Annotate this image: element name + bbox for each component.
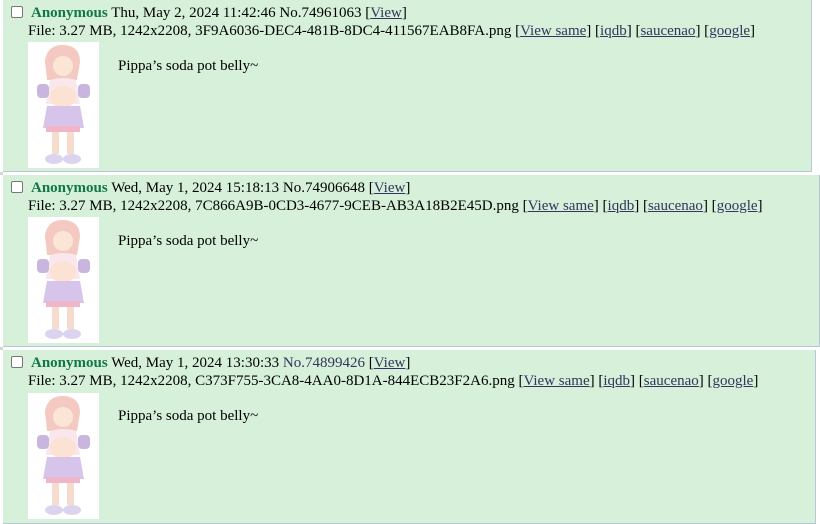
post-datetime: Wed, May 1, 2024 13:30:33 xyxy=(111,355,280,371)
post-number[interactable]: 74899426 xyxy=(305,355,365,371)
file-name: 7C866A9B-0CD3-4677-9CEB-AB3A18B2E45D.png xyxy=(195,198,519,214)
post-datetime: Wed, May 1, 2024 15:18:13 xyxy=(111,180,280,196)
post: Anonymous Wed, May 1, 2024 15:18:13 No.7… xyxy=(3,175,820,347)
post-select-checkbox[interactable] xyxy=(11,356,23,368)
post-number-link[interactable]: No.74899426 xyxy=(283,355,365,371)
post: Anonymous Thu, May 2, 2024 11:42:46 No.7… xyxy=(3,0,812,172)
post-number[interactable]: 74961063 xyxy=(301,5,361,21)
iqdb-link[interactable]: iqdb xyxy=(603,373,630,389)
iqdb-link[interactable]: iqdb xyxy=(608,198,635,214)
saucenao-link[interactable]: saucenao xyxy=(644,373,699,389)
poster-name: Anonymous xyxy=(31,355,108,371)
post-comment: Pippa’s soda pot belly~ xyxy=(118,58,259,74)
view-same-link[interactable]: View same xyxy=(523,373,589,389)
poster-name: Anonymous xyxy=(31,180,108,196)
post: Anonymous Wed, May 1, 2024 13:30:33 No.7… xyxy=(3,350,816,524)
file-info: File: 3.27 MB, 1242x2208, 7C866A9B-0CD3-… xyxy=(28,198,763,214)
post-comment: Pippa’s soda pot belly~ xyxy=(118,233,259,249)
iqdb-link[interactable]: iqdb xyxy=(600,23,627,39)
file-name: C373F755-3CA8-4AA0-8D1A-844ECB23F2A6.png xyxy=(195,373,515,389)
poster-name: Anonymous xyxy=(31,5,108,21)
post-header: Anonymous Wed, May 1, 2024 15:18:13 No.7… xyxy=(11,179,410,197)
post-thumbnail[interactable] xyxy=(28,393,99,519)
post-comment: Pippa’s soda pot belly~ xyxy=(118,408,259,424)
view-same-link[interactable]: View same xyxy=(520,23,586,39)
saucenao-link[interactable]: saucenao xyxy=(648,198,703,214)
post-number[interactable]: 74906648 xyxy=(305,180,365,196)
post-number-prefix[interactable]: No. xyxy=(283,355,305,371)
file-info: File: 3.27 MB, 1242x2208, 3F9A6036-DEC4-… xyxy=(28,23,756,39)
google-link[interactable]: google xyxy=(713,373,754,389)
post-datetime: Thu, May 2, 2024 11:42:46 xyxy=(111,5,276,21)
view-link[interactable]: View xyxy=(374,355,406,371)
file-label: File: xyxy=(28,198,56,214)
post-header: Anonymous Wed, May 1, 2024 13:30:33 No.7… xyxy=(11,354,410,372)
file-details: 3.27 MB, 1242x2208, xyxy=(59,23,192,39)
file-name: 3F9A6036-DEC4-481B-8DC4-411567EAB8FA.png xyxy=(195,23,512,39)
post-number-link[interactable]: No.74961063 xyxy=(279,5,361,21)
saucenao-link[interactable]: saucenao xyxy=(640,23,695,39)
google-link[interactable]: google xyxy=(717,198,758,214)
view-link[interactable]: View xyxy=(374,180,406,196)
file-details: 3.27 MB, 1242x2208, xyxy=(59,373,192,389)
post-thumbnail[interactable] xyxy=(28,217,99,343)
view-same-link[interactable]: View same xyxy=(528,198,594,214)
post-select-checkbox[interactable] xyxy=(11,181,23,193)
post-header: Anonymous Thu, May 2, 2024 11:42:46 No.7… xyxy=(11,4,407,22)
file-label: File: xyxy=(28,373,56,389)
file-details: 3.27 MB, 1242x2208, xyxy=(59,198,192,214)
file-label: File: xyxy=(28,23,56,39)
post-thumbnail[interactable] xyxy=(28,42,99,168)
post-number-prefix[interactable]: No. xyxy=(283,180,305,196)
google-link[interactable]: google xyxy=(709,23,750,39)
post-number-prefix[interactable]: No. xyxy=(279,5,301,21)
view-link[interactable]: View xyxy=(370,5,402,21)
file-info: File: 3.27 MB, 1242x2208, C373F755-3CA8-… xyxy=(28,373,759,389)
post-select-checkbox[interactable] xyxy=(11,6,23,18)
post-number-link[interactable]: No.74906648 xyxy=(283,180,365,196)
